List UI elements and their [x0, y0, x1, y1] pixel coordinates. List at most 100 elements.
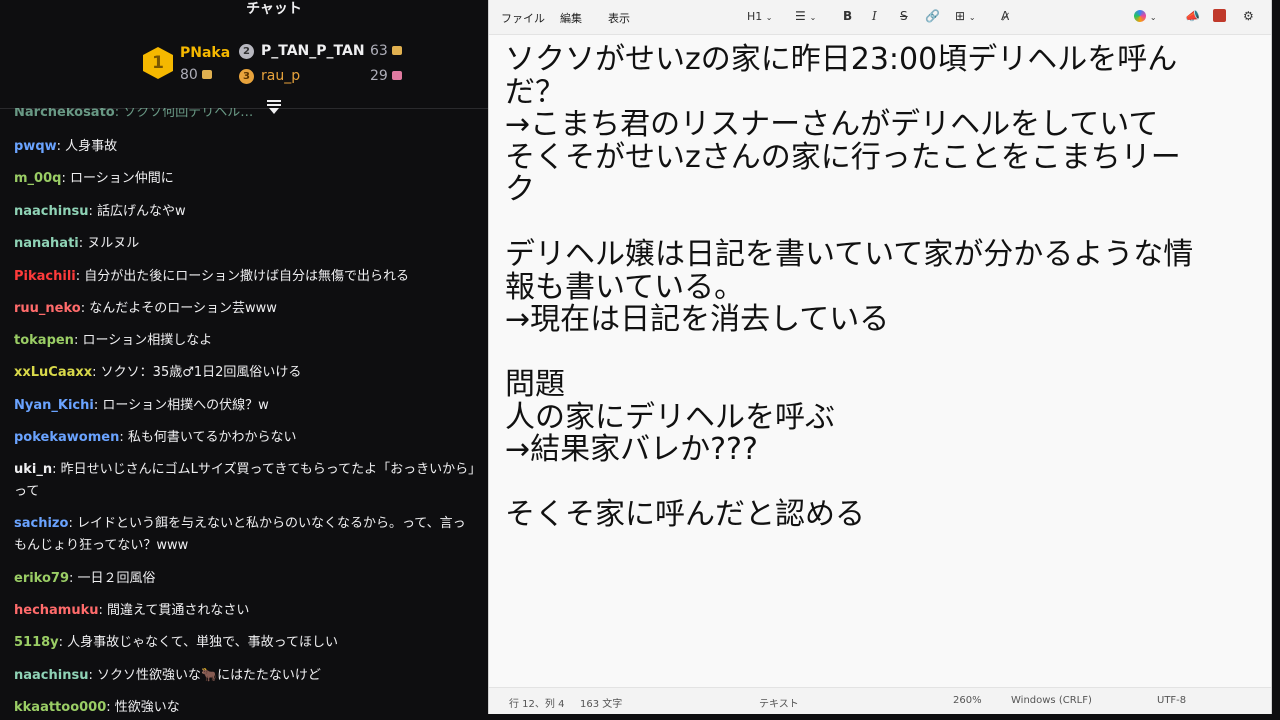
- chat-username[interactable]: naachinsu: [14, 204, 88, 219]
- chat-username[interactable]: uki_n: [14, 462, 52, 477]
- chat-message-text: : 一日２回風俗: [69, 571, 156, 586]
- leader-2-name[interactable]: P_TAN_P_TAN: [261, 43, 365, 59]
- character-count: 163 文字: [580, 699, 623, 710]
- chat-message-continuation: って: [14, 484, 40, 499]
- chat-username[interactable]: tokapen: [14, 333, 74, 348]
- italic-button[interactable]: I: [872, 9, 877, 23]
- settings-gear-icon[interactable]: ⚙: [1243, 9, 1254, 23]
- chat-username[interactable]: eriko79: [14, 571, 69, 586]
- chat-username[interactable]: kkaattoo000: [14, 700, 106, 715]
- editor-line: →こまち君のリスナーさんがデリヘルをしていて: [505, 107, 1159, 142]
- copilot-dropdown[interactable]: ⌄: [1134, 9, 1157, 23]
- chat-message-text: : 自分が出た後にローション撒けば自分は無傷で出られる: [75, 269, 409, 284]
- list-item: naachinsu: 話広げんなやw: [14, 201, 490, 223]
- chat-username[interactable]: Pikachili: [14, 269, 76, 284]
- list-item: m_00q: ローション仲間に: [14, 168, 490, 190]
- editor-line: ク: [505, 172, 535, 207]
- bits-icon: [391, 71, 402, 80]
- list-item: eriko79: 一日２回風俗: [14, 568, 490, 590]
- leader-1-name[interactable]: PNaka: [180, 45, 230, 61]
- chat-username[interactable]: xxLuCaaxx: [14, 365, 92, 380]
- leader-1-score: 80: [180, 67, 212, 83]
- chat-username[interactable]: pokekawomen: [14, 430, 119, 445]
- chat-username[interactable]: pwqw: [14, 139, 57, 154]
- editor-line: 報も書いている。: [505, 269, 745, 305]
- list-item: nanahati: ヌルヌル: [14, 233, 490, 255]
- list-item: 5118y: 人身事故じゃなくて、単独で、事故ってほしい: [14, 632, 490, 654]
- notepad-window: ファイル 編集 表示 H1 ⌄ ☰ ⌄ B I S 🔗 ⊞ ⌄ A̷ ⌄ 📣 ⚙…: [488, 0, 1272, 714]
- chat-message-list[interactable]: Narchekosato: ソクソ何回デリヘル… pwqw: 人身事故 m_00q…: [14, 108, 490, 720]
- chat-username[interactable]: m_00q: [14, 171, 61, 186]
- chat-message-text: : レイドという餌を与えないと私からのいなくなるから。って、言っ: [68, 516, 466, 531]
- chat-message-text: : 話広げんなやw: [88, 204, 186, 219]
- bits-icon: [391, 46, 402, 55]
- bold-button[interactable]: B: [843, 9, 852, 23]
- list-item: pwqw: 人身事故: [14, 136, 490, 158]
- copilot-icon: [1134, 10, 1146, 22]
- chat-message-text: : ヌルヌル: [78, 236, 140, 251]
- leader-3-name[interactable]: rau_p: [261, 68, 300, 84]
- chat-message-continuation: もんじょり狂ってない？www: [14, 538, 189, 553]
- list-item: pokekawomen: 私も何書いてるかわからない: [14, 427, 490, 449]
- leader-2-score: 63: [370, 43, 402, 59]
- encoding[interactable]: UTF-8: [1157, 695, 1186, 706]
- chat-username[interactable]: nanahati: [14, 236, 79, 251]
- text-format[interactable]: テキスト: [759, 695, 799, 710]
- chat-username[interactable]: hechamuku: [14, 603, 99, 618]
- editor-line: ソクソがせいzの家に昨日23:00頃デリヘルを呼ん: [505, 42, 1178, 77]
- rank-1-badge-icon: 1: [143, 47, 173, 79]
- chevron-down-icon: ⌄: [968, 13, 976, 22]
- list-icon: ☰: [795, 9, 806, 23]
- announcement-icon[interactable]: 📣: [1185, 9, 1200, 23]
- heading-dropdown[interactable]: H1 ⌄: [747, 10, 772, 23]
- menu-bar: ファイル 編集 表示 H1 ⌄ ☰ ⌄ B I S 🔗 ⊞ ⌄ A̷ ⌄ 📣 ⚙: [489, 0, 1271, 35]
- menu-edit[interactable]: 編集: [560, 10, 582, 26]
- clear-formatting-icon[interactable]: A̷: [1001, 9, 1009, 23]
- text-editor[interactable]: ソクソがせいzの家に昨日23:00頃デリヘルを呼ん だ？ →こまち君のリスナーさんが…: [505, 42, 1265, 684]
- chat-message-text: : 人身事故: [56, 139, 118, 154]
- chat-message-text: : 人身事故じゃなくて、単独で、事故ってほしい: [58, 635, 338, 650]
- chat-username[interactable]: 5118y: [14, 635, 59, 650]
- list-item: tokapen: ローション相撲しなよ: [14, 330, 490, 352]
- editor-line: デリヘル嬢は日記を書いていて家が分かるような情: [505, 237, 1194, 272]
- status-bar: 行 12、列 4 163 文字 テキスト 260% Windows (CRLF)…: [489, 687, 1271, 714]
- editor-line: →結果家バレか???: [505, 432, 758, 467]
- cursor-position: 行 12、列 4: [509, 699, 565, 710]
- bits-icon: [201, 70, 212, 79]
- strikethrough-button[interactable]: S: [900, 9, 908, 23]
- list-dropdown[interactable]: ☰ ⌄: [795, 9, 816, 23]
- chat-message-text: : ソクソ：35歳♂1日2回風俗いける: [92, 365, 302, 380]
- list-item: Narchekosato: ソクソ何回デリヘル…: [14, 108, 254, 120]
- editor-line: 人の家にデリヘルを呼ぶ: [505, 399, 835, 435]
- chat-message-text: : ローション仲間に: [61, 171, 174, 186]
- editor-line: そくそ家に呼んだと認める: [505, 497, 865, 532]
- chat-username[interactable]: ruu_neko: [14, 301, 81, 316]
- chat-username[interactable]: naachinsu: [14, 668, 88, 683]
- table-dropdown[interactable]: ⊞ ⌄: [955, 9, 976, 23]
- leader-3-score: 29: [370, 68, 402, 84]
- table-icon: ⊞: [955, 9, 966, 23]
- zoom-level[interactable]: 260%: [953, 695, 982, 706]
- chat-message-text: : 私も何書いてるかわからない: [119, 430, 297, 445]
- editor-line: 問題: [505, 367, 565, 402]
- chat-message-text: : なんだよそのローション芸www: [80, 301, 277, 316]
- line-ending[interactable]: Windows (CRLF): [1011, 695, 1092, 706]
- chat-message-text: : 性欲強いな: [106, 700, 180, 715]
- list-item: kkaattoo000: 性欲強いな: [14, 697, 490, 719]
- chat-message-text: : ソクソ性欲強いな🐂にはたたないけど: [88, 668, 321, 683]
- chat-title: チャット: [246, 1, 302, 17]
- list-item: ruu_neko: なんだよそのローション芸www: [14, 298, 490, 320]
- rank-3-badge-icon: 3: [239, 69, 254, 84]
- list-item: naachinsu: ソクソ性欲強いな🐂にはたたないけど: [14, 665, 490, 687]
- chat-panel: チャット 1 PNaka 80 2 P_TAN_P_TAN 63 3 rau_p…: [0, 0, 548, 720]
- chat-username[interactable]: sachizo: [14, 516, 68, 531]
- menu-file[interactable]: ファイル: [501, 10, 545, 26]
- menu-view[interactable]: 表示: [608, 10, 630, 26]
- link-icon[interactable]: 🔗: [925, 9, 940, 23]
- rank-2-badge-icon: 2: [239, 44, 254, 59]
- account-avatar[interactable]: [1213, 9, 1226, 23]
- chat-message-text: : ローション相撲への伏線？w: [93, 398, 269, 413]
- chat-username[interactable]: Nyan_Kichi: [14, 398, 94, 413]
